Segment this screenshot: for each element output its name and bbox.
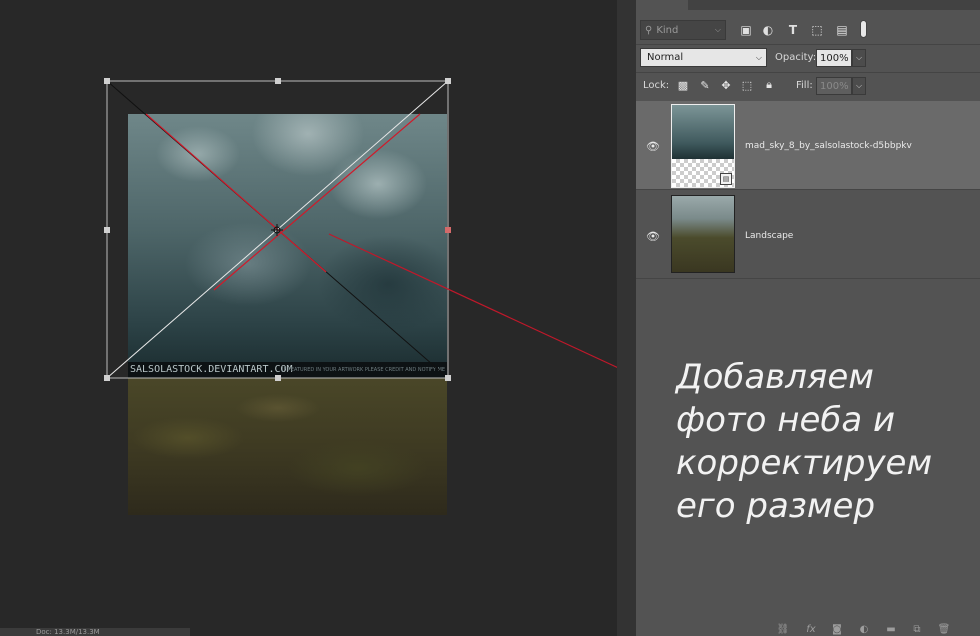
filter-toggle[interactable] — [860, 20, 867, 38]
layers-panel: ⚲ Kind ⌵ ▣ ◐ T ⬚ ▤ Normal ⌵ Opacity: 100… — [636, 0, 980, 636]
layer-row-landscape[interactable]: 👁︎ Landscape — [636, 190, 980, 278]
fill-chevron-down-icon[interactable]: ⌵ — [852, 77, 866, 95]
lock-transparent-pixels-icon[interactable]: ▩ — [676, 78, 690, 92]
handle-bottom-right[interactable] — [445, 375, 451, 381]
type-filter-icon[interactable]: T — [785, 22, 801, 38]
tab-layers[interactable] — [636, 0, 688, 10]
opacity-chevron-down-icon[interactable]: ⌵ — [852, 49, 866, 67]
fill-label: Fill: — [796, 80, 813, 91]
opacity-input[interactable]: 100% — [816, 49, 852, 67]
handle-middle-left[interactable] — [104, 227, 110, 233]
layer-name-landscape[interactable]: Landscape — [745, 231, 793, 241]
handle-top-middle[interactable] — [275, 78, 281, 84]
link-layers-icon[interactable]: ⛓︎ — [776, 624, 790, 636]
chevron-down-icon: ⌵ — [755, 52, 762, 62]
handle-top-left[interactable] — [104, 78, 110, 84]
panel-separator — [636, 44, 980, 45]
blend-mode-select[interactable]: Normal ⌵ — [640, 48, 767, 67]
adjustment-layer-icon[interactable]: ◐ — [857, 624, 871, 636]
filter-kind-label: Kind — [656, 24, 679, 36]
annotation-text: Добавляем фото неба и корректируем его р… — [676, 357, 933, 526]
smart-object-filter-icon[interactable]: ▤ — [834, 22, 850, 38]
opacity-label: Opacity: — [775, 52, 817, 63]
group-folder-icon[interactable]: ▬ — [884, 624, 898, 636]
image-filter-icon[interactable]: ▣ — [738, 22, 754, 38]
add-mask-icon[interactable]: ◙ — [830, 624, 844, 636]
fx-icon[interactable]: fx — [804, 624, 818, 636]
lock-artboard-icon[interactable]: ⬚ — [740, 78, 754, 92]
search-icon: ⚲ — [645, 24, 653, 36]
eye-icon[interactable]: 👁︎ — [646, 230, 660, 243]
lock-label: Lock: — [643, 80, 670, 91]
trash-icon[interactable]: 🗑︎ — [937, 624, 951, 636]
layer-row-sky[interactable]: 👁︎ ▤ mad_sky_8_by_salsolastock-d5bbpkv — [636, 101, 980, 189]
new-layer-icon[interactable]: ⧉ — [910, 624, 924, 636]
chevron-down-icon: ⌵ — [714, 25, 721, 34]
layer-separator — [636, 278, 980, 279]
lock-image-pixels-icon[interactable]: ✎ — [698, 78, 712, 92]
filter-kind-select[interactable]: ⚲ Kind ⌵ — [640, 20, 726, 40]
transparency-thumb: ▤ — [672, 159, 734, 187]
shape-filter-icon[interactable]: ⬚ — [809, 22, 825, 38]
layer-thumbnail-landscape — [671, 195, 735, 273]
diagonal-red-1 — [145, 113, 327, 273]
handle-bottom-middle[interactable] — [275, 375, 281, 381]
smart-object-badge-icon: ▤ — [720, 173, 732, 185]
layer-name-sky[interactable]: mad_sky_8_by_salsolastock-d5bbpkv — [745, 141, 912, 151]
lock-position-icon[interactable]: ✥ — [719, 78, 733, 92]
lock-all-icon[interactable]: 🔒︎ — [762, 78, 776, 92]
adjustment-filter-icon[interactable]: ◐ — [760, 22, 776, 38]
handle-top-right[interactable] — [445, 78, 451, 84]
panel-divider[interactable] — [617, 0, 636, 636]
sky-thumb-image — [672, 105, 734, 159]
status-bar: Doc: 13.3M/13.3M — [0, 628, 190, 636]
fill-input[interactable]: 100% — [816, 77, 852, 95]
handle-middle-right[interactable] — [445, 227, 451, 233]
panel-tabs-bar — [636, 0, 980, 10]
annotation-pointer-line — [328, 233, 641, 379]
blend-mode-value: Normal — [647, 52, 684, 63]
handle-bottom-left[interactable] — [104, 375, 110, 381]
panel-separator — [636, 72, 980, 73]
eye-icon[interactable]: 👁︎ — [646, 140, 660, 153]
layer-thumbnail-sky: ▤ — [671, 104, 735, 188]
